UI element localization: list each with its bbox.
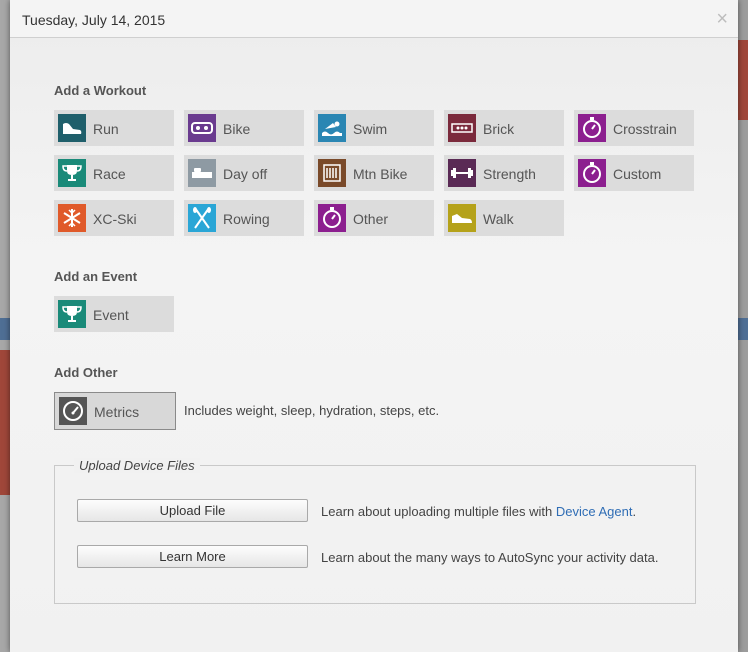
brick-icon <box>448 114 476 142</box>
add-other-heading: Add Other <box>54 365 118 380</box>
workout-label: Walk <box>483 211 514 227</box>
workout-tile-run[interactable]: Run <box>54 110 174 146</box>
snowflake-icon <box>58 204 86 232</box>
upload-fieldset <box>54 465 696 604</box>
swim-icon <box>318 114 346 142</box>
workout-tile-walk[interactable]: Walk <box>444 200 564 236</box>
workout-label: Custom <box>613 166 662 182</box>
workout-tile-custom[interactable]: Custom <box>574 155 694 191</box>
learn-more-description: Learn about the many ways to AutoSync yo… <box>321 550 659 565</box>
metrics-label: Metrics <box>94 404 140 420</box>
event-label: Event <box>93 307 129 323</box>
workout-label: Run <box>93 121 119 137</box>
device-agent-link[interactable]: Device Agent <box>556 504 633 519</box>
add-workout-dialog: Tuesday, July 14, 2015 × Add a Workout R… <box>10 0 738 652</box>
workout-label: Rowing <box>223 211 270 227</box>
upload-suffix: . <box>632 504 637 519</box>
workout-label: Bike <box>223 121 251 137</box>
stopwatch-icon <box>578 114 606 142</box>
stopwatch-icon <box>318 204 346 232</box>
workout-label: Strength <box>483 166 536 182</box>
trophy-icon <box>58 159 86 187</box>
close-icon[interactable]: × <box>716 9 728 29</box>
workout-tile-crosstrain[interactable]: Crosstrain <box>574 110 694 146</box>
workout-tile-strength[interactable]: Strength <box>444 155 564 191</box>
stopwatch-icon <box>578 159 606 187</box>
workout-tile-rowing[interactable]: Rowing <box>184 200 304 236</box>
dumbbell-icon <box>448 159 476 187</box>
workout-label: Race <box>93 166 126 182</box>
workout-tile-day-off[interactable]: Day off <box>184 155 304 191</box>
oars-icon <box>188 204 216 232</box>
workout-tile-swim[interactable]: Swim <box>314 110 434 146</box>
workout-label: Swim <box>353 121 388 137</box>
metrics-description: Includes weight, sleep, hydration, steps… <box>184 403 440 418</box>
workout-label: Other <box>353 211 389 227</box>
workout-label: Crosstrain <box>613 121 677 137</box>
workout-label: XC-Ski <box>93 211 137 227</box>
workout-tile-brick[interactable]: Brick <box>444 110 564 146</box>
add-event-heading: Add an Event <box>54 269 138 284</box>
workout-label: Mtn Bike <box>353 166 408 182</box>
dialog-date: Tuesday, July 14, 2015 <box>22 12 166 28</box>
sneaker-icon <box>448 204 476 232</box>
mtn-bike-icon <box>318 159 346 187</box>
workout-tile-other[interactable]: Other <box>314 200 434 236</box>
workout-tile-xc-ski[interactable]: XC-Ski <box>54 200 174 236</box>
upload-text: Learn about uploading multiple files wit… <box>321 504 556 519</box>
workout-tile-race[interactable]: Race <box>54 155 174 191</box>
learn-more-button[interactable]: Learn More <box>77 545 308 568</box>
workout-tile-bike[interactable]: Bike <box>184 110 304 146</box>
workout-label: Brick <box>483 121 515 137</box>
shoe-icon <box>58 114 86 142</box>
workout-label: Day off <box>223 166 268 182</box>
add-workout-heading: Add a Workout <box>54 83 147 98</box>
dialog-header: Tuesday, July 14, 2015 × <box>10 0 738 38</box>
upload-file-button[interactable]: Upload File <box>77 499 308 522</box>
upload-description: Learn about uploading multiple files wit… <box>321 504 636 519</box>
event-tile[interactable]: Event <box>54 296 174 332</box>
workout-tile-mtn-bike[interactable]: Mtn Bike <box>314 155 434 191</box>
gauge-icon <box>59 397 87 425</box>
bed-icon <box>188 159 216 187</box>
bike-icon <box>188 114 216 142</box>
metrics-tile[interactable]: Metrics <box>54 392 176 430</box>
trophy-icon <box>58 300 86 328</box>
upload-legend: Upload Device Files <box>74 458 200 473</box>
